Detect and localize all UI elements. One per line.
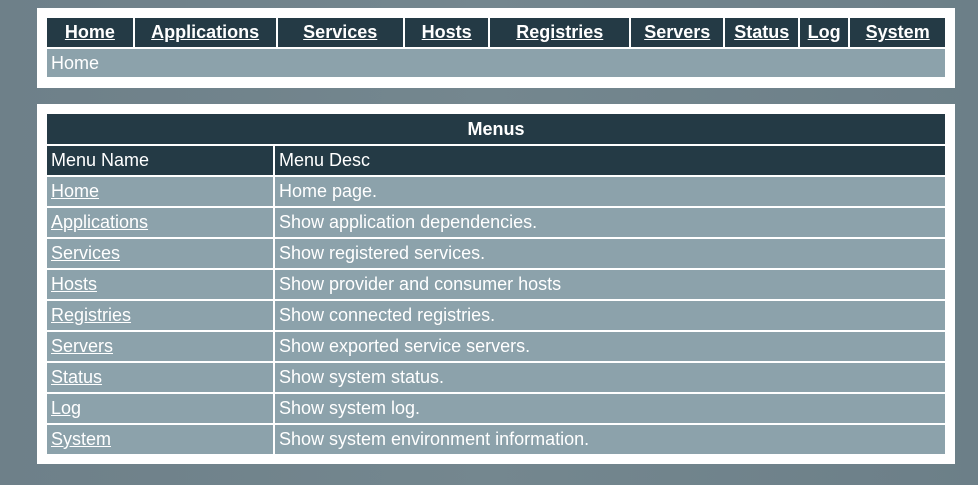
menu-link-registries[interactable]: Registries: [51, 305, 131, 325]
menu-name-cell: Log: [47, 394, 273, 423]
navigation-panel: Home Applications Services Hosts Registr…: [37, 8, 955, 88]
menu-link-log[interactable]: Log: [51, 398, 81, 418]
breadcrumb-row: Home: [47, 49, 945, 77]
menus-table: Menus Menu Name Menu Desc Home Home page…: [45, 112, 947, 456]
table-row: Registries Show connected registries.: [47, 301, 945, 330]
nav-item-home: Home: [47, 18, 133, 47]
menu-link-servers[interactable]: Servers: [51, 336, 113, 356]
menu-desc-cell: Show system environment information.: [275, 425, 945, 454]
menu-desc-cell: Show system log.: [275, 394, 945, 423]
menu-name-cell: Hosts: [47, 270, 273, 299]
nav-link-log[interactable]: Log: [808, 22, 841, 42]
table-row: Applications Show application dependenci…: [47, 208, 945, 237]
table-row: System Show system environment informati…: [47, 425, 945, 454]
nav-item-status: Status: [725, 18, 798, 47]
menu-desc-cell: Show exported service servers.: [275, 332, 945, 361]
table-row: Services Show registered services.: [47, 239, 945, 268]
menu-desc-cell: Show provider and consumer hosts: [275, 270, 945, 299]
menu-name-cell: Registries: [47, 301, 273, 330]
table-row: Log Show system log.: [47, 394, 945, 423]
nav-link-home[interactable]: Home: [65, 22, 115, 42]
menu-name-cell: Services: [47, 239, 273, 268]
table-row: Hosts Show provider and consumer hosts: [47, 270, 945, 299]
table-row: Status Show system status.: [47, 363, 945, 392]
nav-item-hosts: Hosts: [404, 18, 489, 47]
menu-desc-cell: Show application dependencies.: [275, 208, 945, 237]
nav-item-servers: Servers: [631, 18, 724, 47]
top-menu-bar: Home Applications Services Hosts Registr…: [47, 18, 945, 47]
menu-link-status[interactable]: Status: [51, 367, 102, 387]
menus-title: Menus: [47, 114, 945, 144]
menu-name-cell: Home: [47, 177, 273, 206]
menus-title-row: Menus: [47, 114, 945, 144]
nav-link-services[interactable]: Services: [303, 22, 377, 42]
table-row: Servers Show exported service servers.: [47, 332, 945, 361]
menu-link-applications[interactable]: Applications: [51, 212, 148, 232]
menu-link-hosts[interactable]: Hosts: [51, 274, 97, 294]
nav-link-status[interactable]: Status: [734, 22, 789, 42]
nav-link-applications[interactable]: Applications: [151, 22, 259, 42]
nav-item-services: Services: [277, 18, 403, 47]
menu-desc-cell: Home page.: [275, 177, 945, 206]
nav-item-registries: Registries: [490, 18, 630, 47]
nav-link-registries[interactable]: Registries: [516, 22, 603, 42]
nav-item-applications: Applications: [134, 18, 276, 47]
menu-desc-cell: Show system status.: [275, 363, 945, 392]
menu-link-system[interactable]: System: [51, 429, 111, 449]
menu-link-services[interactable]: Services: [51, 243, 120, 263]
table-header-row: Menu Name Menu Desc: [47, 146, 945, 175]
menu-name-cell: System: [47, 425, 273, 454]
nav-link-hosts[interactable]: Hosts: [422, 22, 472, 42]
table-row: Home Home page.: [47, 177, 945, 206]
column-header-menu-desc: Menu Desc: [275, 146, 945, 175]
breadcrumb: Home: [47, 49, 945, 77]
menus-panel: Menus Menu Name Menu Desc Home Home page…: [37, 104, 955, 464]
column-header-menu-name: Menu Name: [47, 146, 273, 175]
menu-desc-cell: Show registered services.: [275, 239, 945, 268]
menu-name-cell: Applications: [47, 208, 273, 237]
menu-link-home[interactable]: Home: [51, 181, 99, 201]
menu-name-cell: Status: [47, 363, 273, 392]
menu-desc-cell: Show connected registries.: [275, 301, 945, 330]
nav-item-log: Log: [799, 18, 849, 47]
menu-name-cell: Servers: [47, 332, 273, 361]
nav-link-servers[interactable]: Servers: [644, 22, 710, 42]
nav-link-system[interactable]: System: [866, 22, 930, 42]
nav-item-system: System: [850, 18, 945, 47]
navigation-table: Home Applications Services Hosts Registr…: [45, 16, 947, 79]
